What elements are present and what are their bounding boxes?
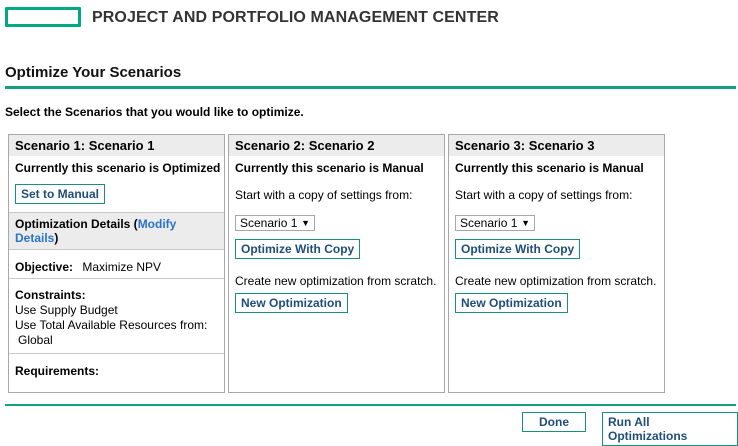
requirements-label: Requirements: bbox=[15, 364, 100, 378]
scenario-status: Currently this scenario is Manual bbox=[455, 161, 644, 175]
scenario-title: Scenario 2: Scenario 2 bbox=[229, 135, 444, 156]
objective-label: Objective: bbox=[15, 260, 74, 274]
instructions-text: Select the Scenarios that you would like… bbox=[5, 105, 304, 119]
constraints-label: Constraints: bbox=[15, 288, 86, 302]
scenario-status: Currently this scenario is Optimized bbox=[15, 161, 221, 175]
chevron-down-icon: ▼ bbox=[521, 218, 530, 228]
set-to-manual-button[interactable]: Set to Manual bbox=[15, 184, 106, 204]
page-title: Optimize Your Scenarios bbox=[5, 64, 182, 81]
optimize-with-copy-button[interactable]: Optimize With Copy bbox=[455, 239, 581, 259]
footer-divider bbox=[5, 404, 736, 406]
copy-source-select[interactable]: Scenario 1 ▼ bbox=[235, 215, 315, 231]
new-optimization-button[interactable]: New Optimization bbox=[455, 293, 568, 313]
scenario-title: Scenario 3: Scenario 3 bbox=[449, 135, 664, 156]
requirements-section: Requirements: bbox=[9, 353, 224, 383]
optimization-details-close: ) bbox=[54, 231, 59, 245]
copy-source-value: Scenario 1 bbox=[240, 216, 298, 230]
objective-row: Objective: Maximize NPV bbox=[9, 249, 224, 278]
hpe-logo bbox=[5, 7, 81, 27]
scratch-label: Create new optimization from scratch. bbox=[235, 274, 437, 288]
new-optimization-button[interactable]: New Optimization bbox=[235, 293, 348, 313]
title-divider bbox=[5, 86, 736, 89]
optimization-details-label: Optimization Details ( bbox=[15, 217, 138, 231]
scenario-card-3: Scenario 3: Scenario 3 Currently this sc… bbox=[448, 134, 665, 393]
optimization-details-header: Optimization Details (Modify Details) bbox=[9, 212, 224, 249]
copy-settings-label: Start with a copy of settings from: bbox=[235, 188, 413, 202]
objective-value: Maximize NPV bbox=[82, 260, 162, 274]
scenario-title: Scenario 1: Scenario 1 bbox=[9, 135, 224, 156]
done-button[interactable]: Done bbox=[522, 412, 586, 432]
optimize-with-copy-button[interactable]: Optimize With Copy bbox=[235, 239, 361, 259]
constraint-resources-value: Global bbox=[18, 333, 53, 347]
copy-source-value: Scenario 1 bbox=[460, 216, 518, 230]
app-title: PROJECT AND PORTFOLIO MANAGEMENT CENTER bbox=[92, 9, 499, 26]
scenario-status: Currently this scenario is Manual bbox=[235, 161, 424, 175]
scenario-card-1: Scenario 1: Scenario 1 Currently this sc… bbox=[8, 134, 225, 393]
constraint-total-resources: Use Total Available Resources from: bbox=[15, 318, 208, 332]
scratch-label: Create new optimization from scratch. bbox=[455, 274, 657, 288]
chevron-down-icon: ▼ bbox=[301, 218, 310, 228]
run-all-optimizations-button[interactable]: Run All Optimizations bbox=[602, 412, 738, 446]
constraints-section: Constraints: Use Supply Budget Use Total… bbox=[9, 278, 224, 353]
copy-settings-label: Start with a copy of settings from: bbox=[455, 188, 633, 202]
copy-source-select[interactable]: Scenario 1 ▼ bbox=[455, 215, 535, 231]
scenario-card-2: Scenario 2: Scenario 2 Currently this sc… bbox=[228, 134, 445, 393]
constraint-supply-budget: Use Supply Budget bbox=[15, 303, 118, 317]
